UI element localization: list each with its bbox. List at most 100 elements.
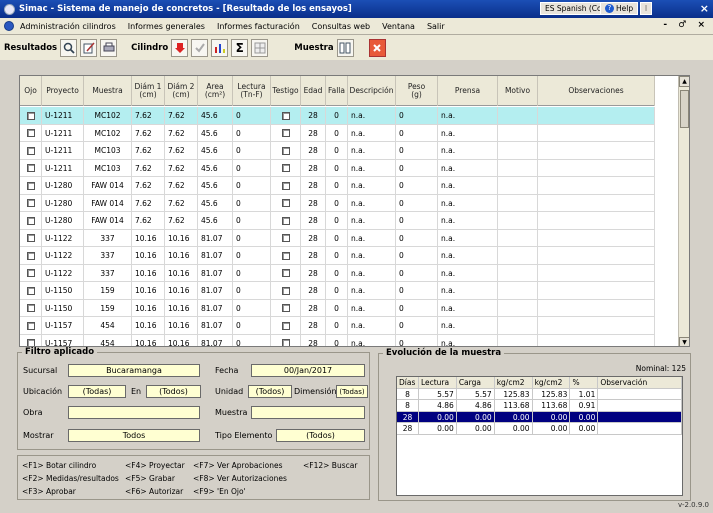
table-cell[interactable]: 7.62 [165, 124, 198, 142]
testigo-checkbox[interactable] [281, 339, 290, 346]
table-cell[interactable]: 10.16 [165, 317, 198, 335]
table-cell[interactable]: 81.07 [198, 299, 233, 317]
table-cell[interactable]: 0 [396, 212, 438, 230]
table-cell[interactable]: U-1211 [42, 124, 84, 142]
unidad-field[interactable]: (Todos) [248, 385, 292, 398]
table-cell[interactable] [538, 229, 655, 247]
table-cell[interactable]: n.a. [438, 212, 498, 230]
table-cell[interactable]: 0 [233, 194, 271, 212]
table-cell[interactable]: 7.62 [165, 212, 198, 230]
evolution-cell[interactable] [598, 423, 682, 435]
table-cell[interactable]: 0 [396, 159, 438, 177]
table-cell[interactable]: 0 [326, 159, 348, 177]
ojo-checkbox[interactable] [26, 304, 35, 313]
table-cell[interactable]: 81.07 [198, 334, 233, 346]
col-header[interactable]: Peso (g) [396, 76, 438, 106]
testigo-checkbox[interactable] [281, 321, 290, 330]
table-cell[interactable]: 7.62 [165, 177, 198, 195]
table-cell[interactable]: 45.6 [198, 124, 233, 142]
menu-app-icon[interactable] [4, 21, 14, 31]
table-cell[interactable]: 45.6 [198, 107, 233, 125]
table-cell[interactable]: 0 [396, 317, 438, 335]
table-cell[interactable]: 10.16 [165, 247, 198, 265]
evolution-cell[interactable] [598, 388, 682, 400]
table-cell[interactable] [538, 142, 655, 160]
table-cell[interactable]: n.a. [438, 247, 498, 265]
table-cell[interactable]: 0 [326, 247, 348, 265]
table-row[interactable]: U-1157 454 10.16 10.16 81.07 0 28 0 n.a. 0 n.a. [20, 317, 655, 335]
evolution-cell[interactable]: 113.68 [533, 400, 571, 412]
table-cell[interactable]: 28 [301, 334, 326, 346]
table-cell[interactable]: 0 [233, 177, 271, 195]
ojo-checkbox[interactable] [26, 286, 35, 295]
table-cell[interactable] [498, 212, 538, 230]
help-button[interactable]: ? Help [600, 2, 639, 15]
evolution-col-header[interactable]: Lectura [419, 377, 457, 389]
table-cell[interactable]: 7.62 [132, 142, 165, 160]
sum-icon[interactable]: Σ [231, 38, 249, 57]
table-cell[interactable]: 159 [84, 282, 132, 300]
table-cell[interactable]: 28 [301, 194, 326, 212]
table-cell[interactable]: 28 [301, 212, 326, 230]
check-icon[interactable] [191, 38, 209, 57]
table-cell[interactable]: 81.07 [198, 229, 233, 247]
testigo-checkbox[interactable] [281, 234, 290, 243]
table-cell[interactable]: 28 [301, 142, 326, 160]
table-cell[interactable]: 0 [233, 212, 271, 230]
table-cell[interactable]: n.a. [348, 212, 396, 230]
en-field[interactable]: (Todos) [146, 385, 201, 398]
table-cell[interactable]: 28 [301, 107, 326, 125]
col-header[interactable]: Testigo [271, 76, 301, 106]
table-cell[interactable]: 10.16 [132, 247, 165, 265]
table-cell[interactable]: 454 [84, 317, 132, 335]
table-cell[interactable]: 28 [301, 264, 326, 282]
testigo-checkbox[interactable] [281, 199, 290, 208]
evolution-cell[interactable]: 0.00 [570, 411, 599, 423]
ojo-checkbox[interactable] [26, 269, 35, 278]
evolution-cell[interactable]: 0.00 [457, 411, 495, 423]
table-cell[interactable]: 7.62 [132, 107, 165, 125]
evolution-cell[interactable]: 4.86 [419, 400, 457, 412]
table-cell[interactable]: 10.16 [132, 299, 165, 317]
evolution-cell[interactable]: 0.00 [495, 411, 533, 423]
testigo-checkbox[interactable] [281, 111, 290, 120]
table-cell[interactable]: 7.62 [165, 194, 198, 212]
table-cell[interactable]: 10.16 [132, 264, 165, 282]
table-row[interactable]: U-1211 MC103 7.62 7.62 45.6 0 28 0 n.a. 0 n.a. [20, 159, 655, 177]
table-cell[interactable]: U-1157 [42, 334, 84, 346]
table-cell[interactable]: U-1150 [42, 282, 84, 300]
ojo-checkbox[interactable] [26, 181, 35, 190]
table-cell[interactable]: 337 [84, 247, 132, 265]
table-cell[interactable]: 7.62 [165, 142, 198, 160]
table-cell[interactable] [498, 317, 538, 335]
table-cell[interactable]: 45.6 [198, 194, 233, 212]
edit-icon[interactable] [80, 38, 98, 57]
table-cell[interactable]: n.a. [438, 194, 498, 212]
muestra-field[interactable] [251, 406, 365, 419]
evolution-cell[interactable]: 5.57 [419, 388, 457, 400]
table-cell[interactable]: 0 [233, 159, 271, 177]
col-header[interactable]: Motivo [498, 76, 538, 106]
table-cell[interactable] [538, 107, 655, 125]
table-cell[interactable]: 10.16 [165, 282, 198, 300]
evolution-row[interactable]: 28 0.00 0.00 0.00 0.00 0.00 [397, 411, 682, 423]
table-cell[interactable]: 0 [326, 194, 348, 212]
menu-ventana[interactable]: Ventana [382, 22, 415, 31]
table-cell[interactable]: n.a. [348, 107, 396, 125]
evolution-cell[interactable]: 0.91 [570, 400, 599, 412]
testigo-checkbox[interactable] [281, 286, 290, 295]
table-row[interactable]: U-1211 MC102 7.62 7.62 45.6 0 28 0 n.a. 0 n.a. [20, 107, 655, 125]
table-cell[interactable]: n.a. [348, 299, 396, 317]
table-cell[interactable]: 0 [326, 264, 348, 282]
table-cell[interactable]: U-1157 [42, 317, 84, 335]
table-cell[interactable]: 0 [326, 334, 348, 346]
ojo-checkbox[interactable] [26, 111, 35, 120]
table-cell[interactable] [498, 247, 538, 265]
table-cell[interactable]: 0 [233, 107, 271, 125]
table-cell[interactable] [538, 334, 655, 346]
table-cell[interactable]: n.a. [348, 124, 396, 142]
table-cell[interactable] [498, 229, 538, 247]
col-header[interactable]: Ojo [20, 76, 42, 106]
col-header[interactable]: Observaciones [538, 76, 655, 106]
table-cell[interactable] [538, 282, 655, 300]
